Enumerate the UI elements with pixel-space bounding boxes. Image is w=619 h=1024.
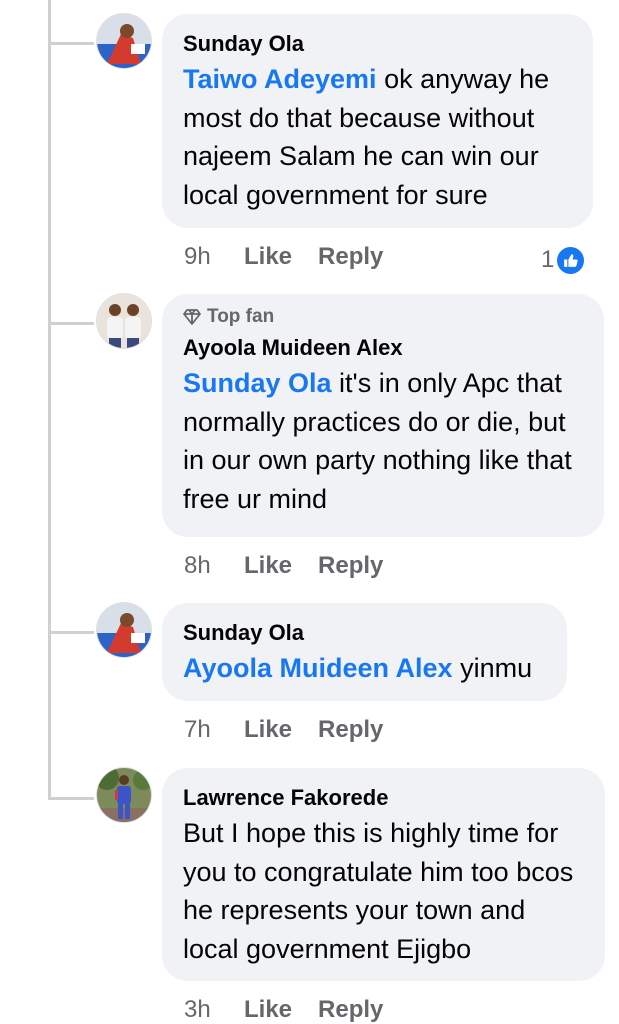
like-button[interactable]: Like [244,716,292,744]
thread-connector [48,797,94,800]
comment-text: Taiwo Adeyemi ok anyway he most do that … [183,60,571,214]
thread-line-vertical [48,0,51,800]
comment-author[interactable]: Lawrence Fakorede [183,784,583,811]
reply-button[interactable]: Reply [318,996,383,1024]
user-photo-icon [97,603,151,657]
thread-connector [48,322,94,325]
comment-author[interactable]: Ayoola Muideen Alex [183,334,582,361]
top-fan-label: Top fan [207,306,275,327]
reply-button[interactable]: Reply [318,552,383,580]
comment-text: But I hope this is highly time for you t… [183,818,574,964]
comment-bubble[interactable]: Sunday Ola Ayoola Muideen Alex yinmu [162,603,567,701]
comment-actions: 3h Like Reply [184,996,383,1024]
top-fan-badge: Top fan [183,306,582,328]
avatar[interactable] [97,14,151,68]
mention-link[interactable]: Sunday Ola [183,368,332,398]
comment-body: yinmu [452,653,533,683]
thumbs-up-icon [557,246,585,274]
thread-connector [48,631,94,634]
avatar[interactable] [97,603,151,657]
reaction-count: 1 [541,246,555,273]
comment-time[interactable]: 3h [184,996,244,1024]
comment-text: Ayoola Muideen Alex yinmu [183,649,545,688]
reaction-summary[interactable]: 1 [541,246,585,274]
like-button[interactable]: Like [244,552,292,580]
comment-time[interactable]: 9h [184,243,244,271]
avatar[interactable] [97,768,151,822]
comment-author[interactable]: Sunday Ola [183,30,571,57]
reply-button[interactable]: Reply [318,716,383,744]
comment-text: Sunday Ola it's in only Apc that normall… [183,364,582,518]
user-photo-icon [97,294,151,348]
comment-actions: 8h Like Reply [184,552,383,580]
diamond-icon [183,309,201,325]
comment-author[interactable]: Sunday Ola [183,619,545,646]
comment-actions: 9h Like Reply [184,243,383,271]
like-button[interactable]: Like [244,996,292,1024]
like-button[interactable]: Like [244,243,292,271]
comment-time[interactable]: 8h [184,552,244,580]
thread-connector [48,42,94,45]
user-photo-icon [97,14,151,68]
comment-bubble[interactable]: Sunday Ola Taiwo Adeyemi ok anyway he mo… [162,14,593,228]
comment-bubble[interactable]: Top fan Ayoola Muideen Alex Sunday Ola i… [162,294,604,537]
comment-actions: 7h Like Reply [184,716,383,744]
user-photo-icon [97,768,151,822]
comment-bubble[interactable]: Lawrence Fakorede But I hope this is hig… [162,768,605,981]
mention-link[interactable]: Taiwo Adeyemi [183,64,377,94]
comment-time[interactable]: 7h [184,716,244,744]
reply-button[interactable]: Reply [318,243,383,271]
avatar[interactable] [97,294,151,348]
mention-link[interactable]: Ayoola Muideen Alex [183,653,453,683]
